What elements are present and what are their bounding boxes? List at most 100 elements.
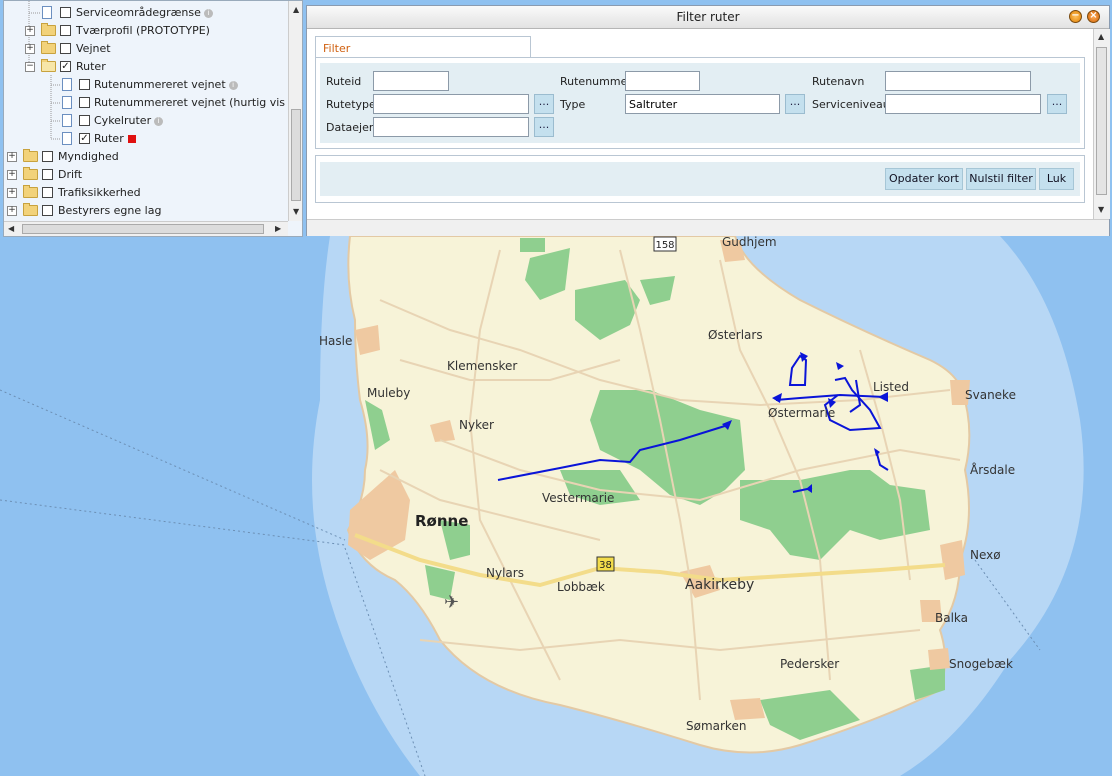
expand-plus-icon[interactable]: +	[7, 170, 17, 180]
place-klemensker: Klemensker	[447, 359, 517, 373]
layer-checkbox[interactable]	[60, 25, 71, 36]
tab-filter[interactable]: Filter	[315, 36, 531, 58]
tree-item-label: Rutenummereret vejnet	[94, 78, 226, 91]
layer-checkbox[interactable]	[79, 115, 90, 126]
rutetype-input[interactable]	[373, 94, 529, 114]
layer-page-icon	[62, 114, 72, 127]
ruteid-input[interactable]	[373, 71, 449, 91]
tree-item-myndighed[interactable]: + Myndighed	[4, 148, 288, 166]
tree-item-vejnet[interactable]: + Vejnet	[4, 40, 288, 58]
rutenummer-input[interactable]	[625, 71, 700, 91]
tree-item-label: Drift	[58, 168, 83, 181]
type-input[interactable]	[625, 94, 780, 114]
close-icon[interactable]: ×	[1087, 10, 1100, 23]
tree-item-bestyrers-egne-lag[interactable]: + Bestyrers egne lag	[4, 202, 288, 220]
filter-fields: Ruteid Rutenummer Rutenavn Rutetype ... …	[320, 63, 1080, 143]
tree-item-label: Ruter	[76, 60, 106, 73]
info-icon[interactable]: i	[228, 80, 238, 90]
tree-item-label: Tværprofil (PROTOTYPE)	[76, 24, 210, 37]
rutenavn-input[interactable]	[885, 71, 1031, 91]
dataejer-browse-button[interactable]: ...	[534, 117, 554, 137]
type-browse-button[interactable]: ...	[785, 94, 805, 114]
scroll-up-arrow-icon[interactable]: ▲	[1098, 32, 1104, 41]
scroll-thumb[interactable]	[22, 224, 264, 234]
scroll-thumb[interactable]	[291, 109, 301, 201]
place-vestermarie: Vestermarie	[542, 491, 614, 505]
minimize-icon[interactable]: −	[1069, 10, 1082, 23]
place-snogebaek: Snogebæk	[949, 657, 1013, 671]
info-icon[interactable]: i	[203, 8, 213, 18]
expand-plus-icon[interactable]: +	[7, 188, 17, 198]
dataejer-input[interactable]	[373, 117, 529, 137]
place-svaneke: Svaneke	[965, 388, 1016, 402]
layer-page-icon	[42, 6, 52, 19]
scroll-right-arrow-icon[interactable]: ▶	[275, 224, 281, 233]
scroll-up-arrow-icon[interactable]: ▲	[293, 5, 299, 14]
update-map-button[interactable]: Opdater kort	[885, 168, 963, 190]
folder-icon	[41, 23, 56, 36]
info-icon[interactable]: i	[154, 116, 164, 126]
tree-vertical-scrollbar[interactable]: ▲ ▼	[288, 1, 302, 221]
airport-icon: ✈	[444, 592, 459, 613]
window-bottom-bar	[307, 219, 1109, 236]
window-vertical-scrollbar[interactable]: ▲ ▼	[1093, 29, 1110, 219]
layer-checkbox[interactable]	[42, 187, 53, 198]
folder-icon	[23, 185, 38, 198]
rutetype-browse-button[interactable]: ...	[534, 94, 554, 114]
folder-icon	[41, 41, 56, 54]
scroll-left-arrow-icon[interactable]: ◀	[8, 224, 14, 233]
button-panel: Opdater kort Nulstil filter Luk	[315, 155, 1085, 203]
place-listed: Listed	[873, 380, 909, 394]
svg-text:158: 158	[655, 240, 674, 251]
tree-item-label: Trafiksikkerhed	[58, 186, 141, 199]
type-label: Type	[560, 98, 586, 111]
window-content: Filter Ruteid Rutenummer Rutenavn Rutety…	[307, 29, 1093, 219]
expand-plus-icon[interactable]: +	[7, 152, 17, 162]
tree-item-rutenummereret-vejnet-hurtig[interactable]: Rutenummereret vejnet (hurtig visning)	[4, 94, 288, 112]
tree-item-trafiksikkerhed[interactable]: + Trafiksikkerhed	[4, 184, 288, 202]
folder-icon	[23, 167, 38, 180]
expand-plus-icon[interactable]: +	[25, 26, 35, 36]
layer-checkbox[interactable]	[60, 43, 71, 54]
window-titlebar[interactable]: Filter ruter − ×	[307, 6, 1109, 29]
tree-item-tvaerprofil[interactable]: + Tværprofil (PROTOTYPE)	[4, 22, 288, 40]
layer-checkbox-checked[interactable]: ✓	[60, 61, 71, 72]
reset-filter-button[interactable]: Nulstil filter	[966, 168, 1036, 190]
tree-horizontal-scrollbar[interactable]: ◀ ▶	[4, 221, 288, 236]
place-nyker: Nyker	[459, 418, 494, 432]
tree-item-cykelruter[interactable]: Cykelruter i	[4, 112, 288, 130]
serviceniveau-input[interactable]	[885, 94, 1041, 114]
scroll-down-arrow-icon[interactable]: ▼	[1098, 205, 1104, 214]
tree-item-ruter-folder[interactable]: − ✓ Ruter	[4, 58, 288, 76]
scroll-thumb[interactable]	[1096, 47, 1107, 195]
layer-checkbox[interactable]	[79, 97, 90, 108]
layer-checkbox-checked[interactable]: ✓	[79, 133, 90, 144]
layer-checkbox[interactable]	[42, 151, 53, 162]
folder-icon	[23, 149, 38, 162]
serviceniveau-label: Serviceniveau	[812, 98, 890, 111]
tree-item-label: Ruter	[94, 132, 124, 145]
place-hasle: Hasle	[319, 334, 352, 348]
close-button[interactable]: Luk	[1039, 168, 1074, 190]
layer-checkbox[interactable]	[42, 169, 53, 180]
serviceniveau-browse-button[interactable]: ...	[1047, 94, 1067, 114]
tree-item-ruter-layer[interactable]: ✓ Ruter	[4, 130, 288, 148]
place-aakirkeby: Aakirkeby	[685, 577, 754, 593]
place-muleby: Muleby	[367, 386, 410, 400]
active-layer-indicator	[127, 135, 136, 143]
tree-item-rutenummereret-vejnet[interactable]: Rutenummereret vejnet i	[4, 76, 288, 94]
ruteid-label: Ruteid	[326, 75, 362, 88]
tree-item-drift[interactable]: + Drift	[4, 166, 288, 184]
tree-item-serviceomraadegraense[interactable]: Serviceområdegrænse i	[4, 4, 288, 22]
layer-checkbox[interactable]	[60, 7, 71, 18]
layer-checkbox[interactable]	[42, 205, 53, 216]
layer-checkbox[interactable]	[79, 79, 90, 90]
collapse-minus-icon[interactable]: −	[25, 62, 35, 72]
road-shield-158: 158	[653, 236, 677, 252]
expand-plus-icon[interactable]: +	[7, 206, 17, 216]
road-shield-38: 38	[596, 556, 615, 572]
dataejer-label: Dataejer	[326, 121, 374, 134]
place-nexo: Nexø	[970, 548, 1001, 562]
scroll-down-arrow-icon[interactable]: ▼	[293, 207, 299, 216]
expand-plus-icon[interactable]: +	[25, 44, 35, 54]
